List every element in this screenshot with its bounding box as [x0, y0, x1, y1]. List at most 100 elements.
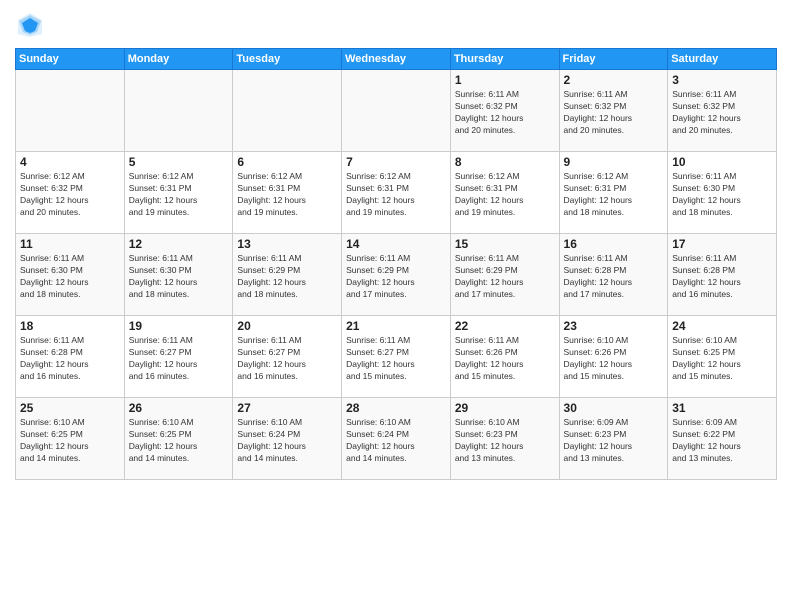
calendar-cell: 28 Sunrise: 6:10 AM Sunset: 6:24 PM Dayli…	[342, 398, 451, 480]
calendar-cell: 29 Sunrise: 6:10 AM Sunset: 6:23 PM Dayli…	[450, 398, 559, 480]
day-info: Sunrise: 6:11 AM Sunset: 6:30 PM Dayligh…	[129, 253, 229, 301]
day-info: Sunrise: 6:11 AM Sunset: 6:30 PM Dayligh…	[672, 171, 772, 219]
calendar-cell: 8Sunrise: 6:12 AM Sunset: 6:31 PM Daylig…	[450, 152, 559, 234]
calendar: SundayMondayTuesdayWednesdayThursdayFrid…	[15, 48, 777, 480]
calendar-cell: 12 Sunrise: 6:11 AM Sunset: 6:30 PM Dayli…	[124, 234, 233, 316]
calendar-cell: 1Sunrise: 6:11 AM Sunset: 6:32 PM Daylig…	[450, 70, 559, 152]
day-number: 15	[455, 237, 555, 251]
day-info: Sunrise: 6:11 AM Sunset: 6:27 PM Dayligh…	[346, 335, 446, 383]
day-number: 14	[346, 237, 446, 251]
day-number: 13	[237, 237, 337, 251]
calendar-cell	[342, 70, 451, 152]
calendar-cell: 14Sunrise: 6:11 AM Sunset: 6:29 PM Dayli…	[342, 234, 451, 316]
calendar-body: 1 Sunrise: 6:11 AM Sunset: 6:32 PM Daylig…	[16, 70, 777, 480]
calendar-cell: 3Sunrise: 6:11 AM Sunset: 6:32 PM Daylig…	[668, 70, 777, 152]
day-of-week-sunday: Sunday	[16, 49, 125, 70]
day-number: 7	[346, 155, 446, 169]
day-number: 31	[672, 401, 772, 415]
calendar-cell: 15 Sunrise: 6:11 AM Sunset: 6:29 PM Dayli…	[450, 234, 559, 316]
calendar-cell: 6 Sunrise: 6:12 AM Sunset: 6:31 PM Daylig…	[233, 152, 342, 234]
day-of-week-friday: Friday	[559, 49, 668, 70]
calendar-cell: 27 Sunrise: 6:10 AM Sunset: 6:24 PM Dayli…	[233, 398, 342, 480]
day-info: Sunrise: 6:10 AM Sunset: 6:24 PM Dayligh…	[237, 417, 337, 465]
day-number: 24	[672, 319, 772, 333]
day-number: 30	[564, 401, 664, 415]
calendar-header: SundayMondayTuesdayWednesdayThursdayFrid…	[16, 49, 777, 70]
day-info: Sunrise: 6:11 AM Sunset: 6:27 PM Dayligh…	[237, 335, 337, 383]
day-info: Sunrise: 6:12 AM Sunset: 6:31 PM Dayligh…	[129, 171, 229, 219]
day-info: Sunrise: 6:11 AM Sunset: 6:29 PM Dayligh…	[237, 253, 337, 301]
day-number: 21	[346, 319, 446, 333]
calendar-cell: 11 Sunrise: 6:11 AM Sunset: 6:30 PM Dayli…	[16, 234, 125, 316]
day-number: 12	[129, 237, 229, 251]
day-info: Sunrise: 6:11 AM Sunset: 6:28 PM Dayligh…	[672, 253, 772, 301]
logo-icon	[15, 10, 45, 40]
day-number: 18	[20, 319, 120, 333]
calendar-cell: 31Sunrise: 6:09 AM Sunset: 6:22 PM Dayli…	[668, 398, 777, 480]
day-of-week-wednesday: Wednesday	[342, 49, 451, 70]
day-number: 27	[237, 401, 337, 415]
day-info: Sunrise: 6:11 AM Sunset: 6:28 PM Dayligh…	[20, 335, 120, 383]
days-of-week-row: SundayMondayTuesdayWednesdayThursdayFrid…	[16, 49, 777, 70]
calendar-cell: 18 Sunrise: 6:11 AM Sunset: 6:28 PM Dayli…	[16, 316, 125, 398]
day-info: Sunrise: 6:10 AM Sunset: 6:23 PM Dayligh…	[455, 417, 555, 465]
calendar-cell	[16, 70, 125, 152]
day-number: 25	[20, 401, 120, 415]
calendar-cell	[233, 70, 342, 152]
day-info: Sunrise: 6:10 AM Sunset: 6:24 PM Dayligh…	[346, 417, 446, 465]
calendar-cell	[124, 70, 233, 152]
day-number: 5	[129, 155, 229, 169]
calendar-week-0: 1 Sunrise: 6:11 AM Sunset: 6:32 PM Daylig…	[16, 70, 777, 152]
day-info: Sunrise: 6:12 AM Sunset: 6:31 PM Dayligh…	[455, 171, 555, 219]
calendar-cell: 22 Sunrise: 6:11 AM Sunset: 6:26 PM Dayli…	[450, 316, 559, 398]
day-info: Sunrise: 6:10 AM Sunset: 6:25 PM Dayligh…	[672, 335, 772, 383]
day-info: Sunrise: 6:12 AM Sunset: 6:31 PM Dayligh…	[346, 171, 446, 219]
page-header	[15, 10, 777, 40]
logo	[15, 10, 49, 40]
day-number: 6	[237, 155, 337, 169]
calendar-cell: 30 Sunrise: 6:09 AM Sunset: 6:23 PM Dayli…	[559, 398, 668, 480]
day-number: 20	[237, 319, 337, 333]
day-info: Sunrise: 6:10 AM Sunset: 6:26 PM Dayligh…	[564, 335, 664, 383]
day-info: Sunrise: 6:11 AM Sunset: 6:26 PM Dayligh…	[455, 335, 555, 383]
day-info: Sunrise: 6:11 AM Sunset: 6:27 PM Dayligh…	[129, 335, 229, 383]
calendar-cell: 23 Sunrise: 6:10 AM Sunset: 6:26 PM Dayli…	[559, 316, 668, 398]
day-number: 3	[672, 73, 772, 87]
day-number: 19	[129, 319, 229, 333]
day-number: 28	[346, 401, 446, 415]
calendar-cell: 24 Sunrise: 6:10 AM Sunset: 6:25 PM Dayli…	[668, 316, 777, 398]
day-info: Sunrise: 6:11 AM Sunset: 6:30 PM Dayligh…	[20, 253, 120, 301]
calendar-cell: 21 Sunrise: 6:11 AM Sunset: 6:27 PM Dayli…	[342, 316, 451, 398]
calendar-cell: 26Sunrise: 6:10 AM Sunset: 6:25 PM Dayli…	[124, 398, 233, 480]
day-info: Sunrise: 6:12 AM Sunset: 6:31 PM Dayligh…	[564, 171, 664, 219]
day-info: Sunrise: 6:10 AM Sunset: 6:25 PM Dayligh…	[20, 417, 120, 465]
calendar-cell: 20 Sunrise: 6:11 AM Sunset: 6:27 PM Dayli…	[233, 316, 342, 398]
day-info: Sunrise: 6:11 AM Sunset: 6:29 PM Dayligh…	[455, 253, 555, 301]
day-number: 9	[564, 155, 664, 169]
calendar-cell: 19 Sunrise: 6:11 AM Sunset: 6:27 PM Dayli…	[124, 316, 233, 398]
calendar-week-2: 11 Sunrise: 6:11 AM Sunset: 6:30 PM Dayli…	[16, 234, 777, 316]
day-number: 11	[20, 237, 120, 251]
calendar-week-1: 4 Sunrise: 6:12 AM Sunset: 6:32 PM Daylig…	[16, 152, 777, 234]
day-number: 26	[129, 401, 229, 415]
day-info: Sunrise: 6:12 AM Sunset: 6:31 PM Dayligh…	[237, 171, 337, 219]
day-info: Sunrise: 6:09 AM Sunset: 6:23 PM Dayligh…	[564, 417, 664, 465]
day-number: 23	[564, 319, 664, 333]
calendar-cell: 5 Sunrise: 6:12 AM Sunset: 6:31 PM Daylig…	[124, 152, 233, 234]
day-number: 4	[20, 155, 120, 169]
day-of-week-saturday: Saturday	[668, 49, 777, 70]
day-number: 22	[455, 319, 555, 333]
day-info: Sunrise: 6:12 AM Sunset: 6:32 PM Dayligh…	[20, 171, 120, 219]
calendar-cell: 25 Sunrise: 6:10 AM Sunset: 6:25 PM Dayli…	[16, 398, 125, 480]
day-number: 17	[672, 237, 772, 251]
day-number: 2	[564, 73, 664, 87]
day-info: Sunrise: 6:11 AM Sunset: 6:32 PM Dayligh…	[564, 89, 664, 137]
day-number: 10	[672, 155, 772, 169]
day-of-week-thursday: Thursday	[450, 49, 559, 70]
day-info: Sunrise: 6:11 AM Sunset: 6:28 PM Dayligh…	[564, 253, 664, 301]
calendar-cell: 7 Sunrise: 6:12 AM Sunset: 6:31 PM Daylig…	[342, 152, 451, 234]
calendar-week-4: 25 Sunrise: 6:10 AM Sunset: 6:25 PM Dayli…	[16, 398, 777, 480]
day-number: 29	[455, 401, 555, 415]
day-of-week-tuesday: Tuesday	[233, 49, 342, 70]
day-number: 1	[455, 73, 555, 87]
